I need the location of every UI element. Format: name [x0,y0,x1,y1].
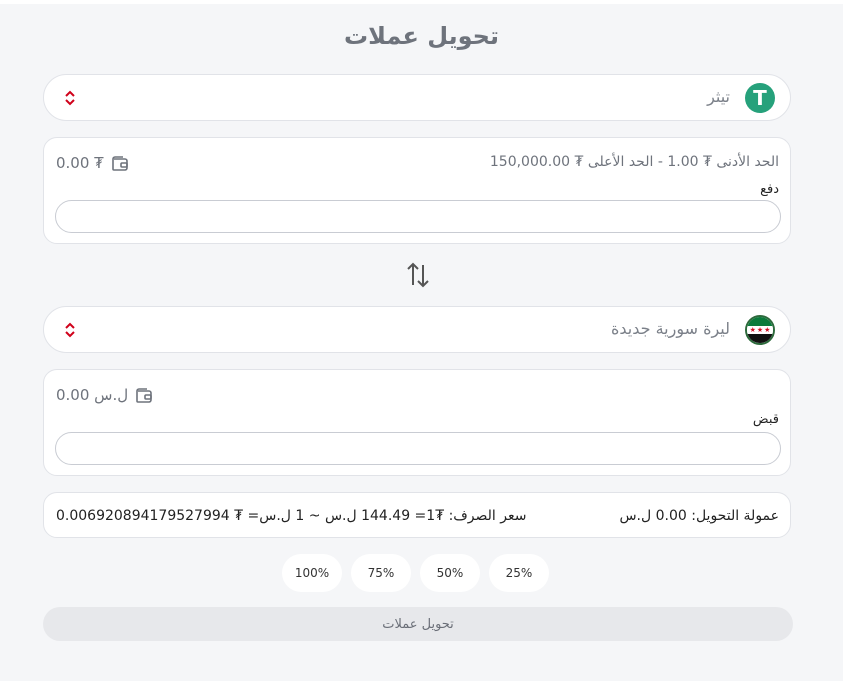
percent-button-100[interactable]: 100% [282,554,342,592]
percent-button-50[interactable]: 50% [420,554,480,592]
exchange-rate: سعر الصرف: ₮1= 144.49 ل.س ~ 1 ل.س= ₮ 0.0… [56,508,527,524]
to-balance: 0.00 ل.س [56,386,153,404]
pay-card: الحد الأدنى ₮ 1.00 - الحد الأعلى ₮ 150,0… [43,137,791,244]
rate-summary-card: عمولة التحويل: 0.00 ل.س سعر الصرف: ₮1= 1… [43,492,791,538]
to-currency-label: ليرة سورية جديدة [610,319,730,338]
select-chevron-icon [65,322,75,338]
swap-arrows-icon[interactable] [405,261,431,289]
page-title: تحويل عملات [344,22,499,50]
syria-flag-icon: ★ ★ ★ [745,315,775,345]
convert-submit-button[interactable]: تحويل عملات [43,607,793,641]
wallet-icon [136,387,152,403]
from-currency-label: تيثر [707,87,730,106]
tether-logo-icon: T [745,83,775,113]
amount-limits: الحد الأدنى ₮ 1.00 - الحد الأعلى ₮ 150,0… [489,154,779,170]
receive-card: 0.00 ل.س قبض [43,369,791,476]
wallet-icon [111,155,128,171]
from-balance-value: 0.00 ₮ [56,154,104,172]
pay-amount-input[interactable] [55,200,781,233]
conversion-fee: عمولة التحويل: 0.00 ل.س [619,508,779,524]
to-balance-value: 0.00 ل.س [56,386,129,404]
from-currency-select[interactable]: T تيثر [43,74,791,121]
select-chevron-icon [65,90,75,106]
top-bar [0,0,843,4]
receive-amount-input[interactable] [55,432,781,465]
from-balance: 0.00 ₮ [56,154,129,172]
percent-button-75[interactable]: 75% [351,554,411,592]
receive-field-label: قبض [752,412,779,427]
percent-button-25[interactable]: 25% [489,554,549,592]
percent-buttons: 100% 75% 50% 25% [282,554,549,592]
to-currency-select[interactable]: ★ ★ ★ ليرة سورية جديدة [43,306,791,353]
pay-field-label: دفع [760,182,779,197]
